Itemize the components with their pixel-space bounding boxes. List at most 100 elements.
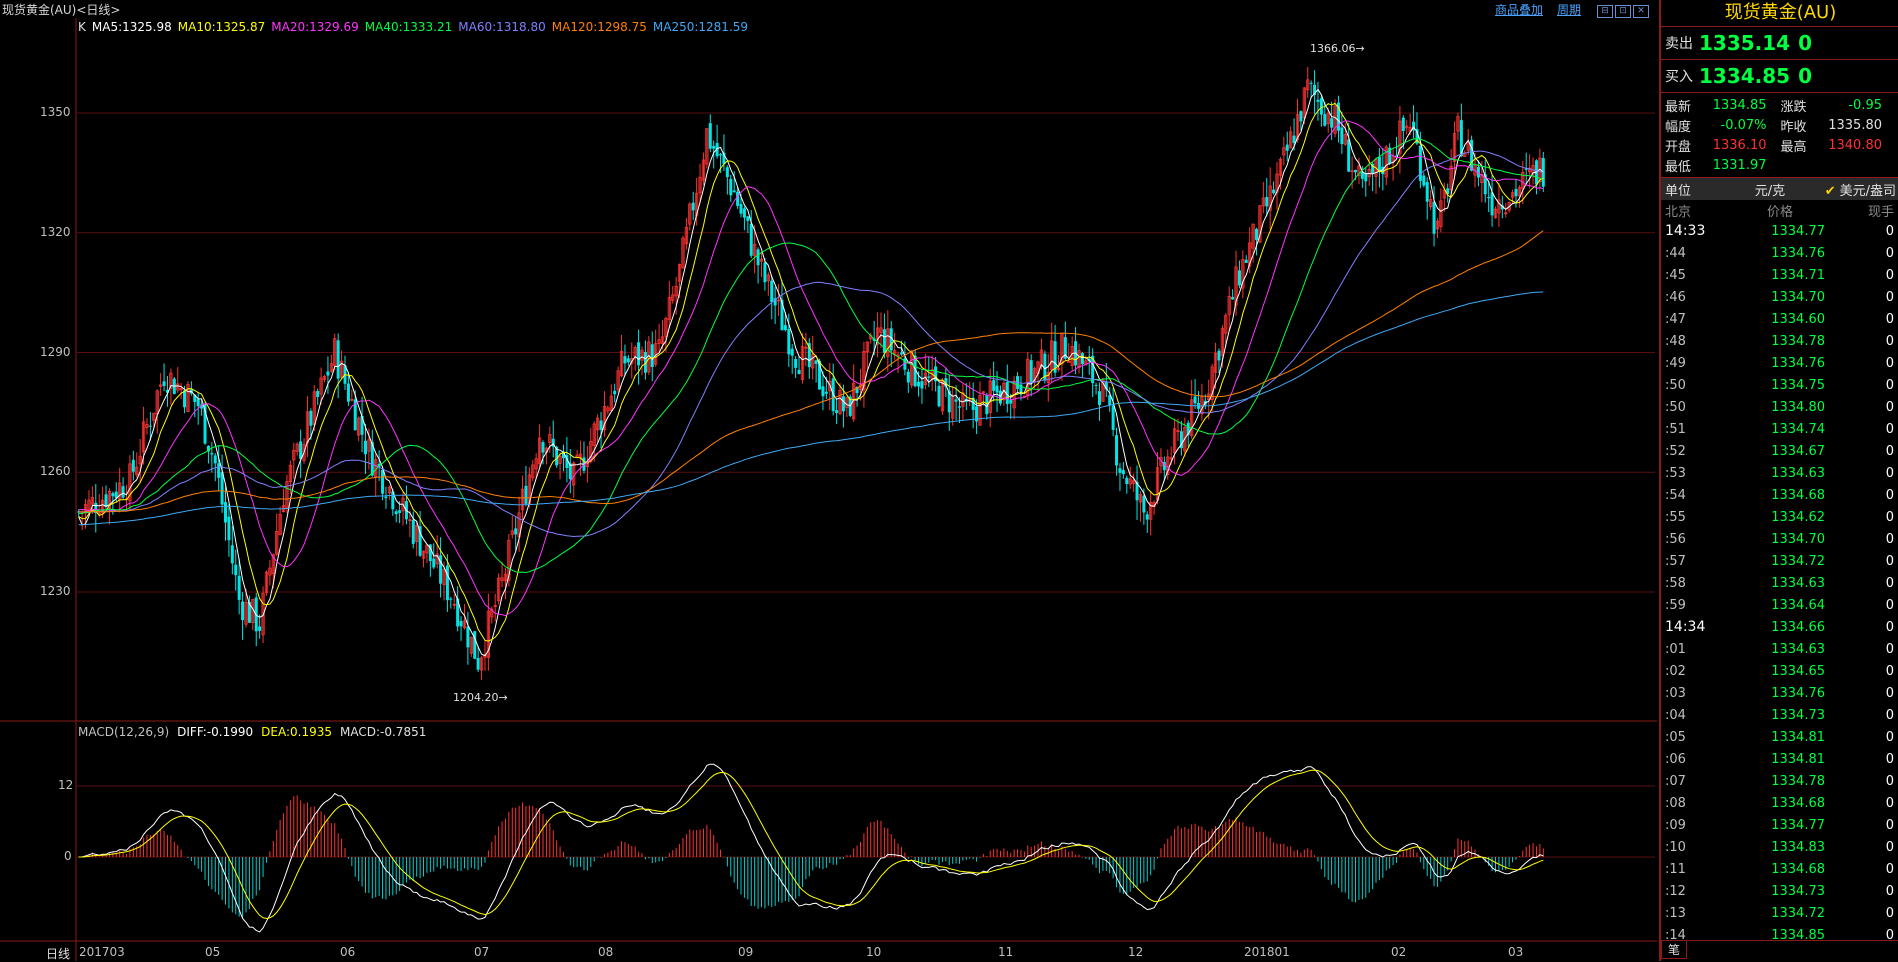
stats-block: 最新 1334.85 涨跌 -0.95 幅度 -0.07% 昨收 1335.80 开盘 1336.… [1661, 93, 1898, 178]
stat-value: 1334.85 [1712, 97, 1767, 113]
tick-volume: 0 [1885, 641, 1894, 657]
tick-row: :12 1334.73 0 [1661, 880, 1898, 902]
check-icon: ✔ [1824, 183, 1836, 199]
instrument-title: 现货黄金(AU) [1661, 0, 1898, 27]
tick-volume: 0 [1885, 267, 1894, 283]
period-link[interactable]: 周期 [1557, 1, 1581, 18]
stat-key: 开盘 [1665, 139, 1692, 155]
tick-row: :04 1334.73 0 [1661, 704, 1898, 726]
tick-price: 1334.78 [1771, 773, 1825, 789]
time-tick: 10 [866, 945, 882, 959]
tick-price: 1334.76 [1771, 685, 1825, 701]
time-tick: 06 [340, 945, 356, 959]
candle [937, 382, 941, 408]
tick-row: :07 1334.78 0 [1661, 770, 1898, 792]
tick-row: :50 1334.75 0 [1661, 374, 1898, 396]
tick-row: 14:33 1334.77 0 [1661, 220, 1898, 242]
tick-time: :04 [1665, 707, 1686, 723]
tick-price: 1334.73 [1771, 707, 1825, 723]
macd-legend-item: DIFF:-0.1990 [177, 725, 254, 739]
tick-time: :48 [1665, 333, 1686, 349]
tab-ticks[interactable]: 笔 [1661, 941, 1688, 959]
sell-label: 卖出 [1665, 36, 1693, 52]
tick-time: 14:33 [1665, 223, 1706, 239]
tick-row: :06 1334.81 0 [1661, 748, 1898, 770]
tick-volume: 0 [1885, 531, 1894, 547]
tick-volume: 0 [1885, 817, 1894, 833]
tick-header-time: 北京 [1665, 204, 1692, 220]
tick-volume: 0 [1885, 619, 1894, 635]
tick-price: 1334.76 [1771, 355, 1825, 371]
restore-icon[interactable]: ⊡ [1615, 4, 1631, 18]
macd-tick: 12 [58, 778, 74, 792]
tick-list[interactable]: 14:33 1334.77 0:44 1334.76 0:45 1334.71 0:46 13… [1661, 220, 1898, 946]
tick-row: :47 1334.60 0 [1661, 308, 1898, 330]
overlay-link[interactable]: 商品叠加 [1495, 1, 1543, 18]
tick-price: 1334.68 [1771, 487, 1825, 503]
tick-time: :57 [1665, 553, 1686, 569]
unit-usd-option[interactable]: ✔ 美元/盎司 [1807, 180, 1898, 199]
tick-time: 14:34 [1665, 619, 1706, 635]
tick-volume: 0 [1885, 553, 1894, 569]
tick-price: 1334.72 [1771, 553, 1825, 569]
chart-toolbar: 商品叠加 周期 ⊟ ⊡ ✕ [1495, 1, 1649, 18]
chart-bg [0, 0, 1657, 961]
tick-header: 北京 价格 现手 [1661, 200, 1898, 220]
stats-table: 最新 1334.85 涨跌 -0.95 幅度 -0.07% 昨收 1335.80 开盘 1336.… [1665, 95, 1896, 175]
price-tick: 1230 [40, 584, 71, 598]
period-label: 日线 [46, 947, 71, 961]
chart-title: 现货黄金(AU)<日线> [2, 3, 121, 17]
tick-row: :50 1334.80 0 [1661, 396, 1898, 418]
kline-chart-area[interactable]: 现货黄金(AU)<日线> 商品叠加 周期 ⊟ ⊡ ✕ K MA5:1325.98 MA1… [0, 0, 1657, 961]
price-tick: 1350 [40, 105, 71, 119]
tick-price: 1334.68 [1771, 861, 1825, 877]
tick-volume: 0 [1885, 443, 1894, 459]
tick-volume: 0 [1885, 487, 1894, 503]
tick-volume: 0 [1885, 861, 1894, 877]
minimize-icon[interactable]: ⊟ [1597, 4, 1613, 18]
tick-row: :56 1334.70 0 [1661, 528, 1898, 550]
tick-row: :45 1334.71 0 [1661, 264, 1898, 286]
tick-volume: 0 [1885, 905, 1894, 921]
tick-volume: 0 [1885, 773, 1894, 789]
tick-time: :58 [1665, 575, 1686, 591]
tick-price: 1334.65 [1771, 663, 1825, 679]
tick-price: 1334.68 [1771, 795, 1825, 811]
high-callout-value: 1366.06 [1310, 42, 1356, 55]
macd-legend-item: DEA:0.1935 [261, 725, 333, 739]
stat-value: 1336.10 [1712, 137, 1767, 153]
tick-price: 1334.63 [1771, 641, 1825, 657]
tick-price: 1334.72 [1771, 905, 1825, 921]
time-tick: 05 [205, 945, 221, 959]
tick-row: :05 1334.81 0 [1661, 726, 1898, 748]
unit-cny[interactable]: 元/克 [1733, 180, 1807, 199]
candle [1026, 351, 1030, 401]
chart-topbar: 现货黄金(AU)<日线> 商品叠加 周期 ⊟ ⊡ ✕ [0, 0, 1657, 18]
tick-row: :51 1334.74 0 [1661, 418, 1898, 440]
tick-time: :55 [1665, 509, 1686, 525]
time-tick: 07 [474, 945, 490, 959]
sell-row[interactable]: 卖出 1335.14 0 [1661, 27, 1898, 60]
close-icon[interactable]: ✕ [1633, 4, 1649, 18]
tick-row: :44 1334.76 0 [1661, 242, 1898, 264]
quote-panel: 现货黄金(AU) 卖出 1335.14 0 买入 1334.85 0 最新 133… [1659, 0, 1898, 961]
tick-row: :53 1334.63 0 [1661, 462, 1898, 484]
kline-chart[interactable] [0, 0, 1657, 961]
macd-legend-item: MACD:-0.7851 [340, 725, 427, 739]
candle [681, 235, 685, 269]
tick-header-volume: 现手 [1867, 204, 1894, 220]
unit-usd: 美元/盎司 [1839, 183, 1896, 199]
tick-row: :52 1334.67 0 [1661, 440, 1898, 462]
tick-time: :59 [1665, 597, 1686, 613]
stat-value [1819, 155, 1897, 175]
tick-price: 1334.70 [1771, 289, 1825, 305]
tick-price: 1334.63 [1771, 575, 1825, 591]
tick-price: 1334.77 [1771, 817, 1825, 833]
tick-row: :58 1334.63 0 [1661, 572, 1898, 594]
tick-price: 1334.62 [1771, 509, 1825, 525]
tick-price: 1334.64 [1771, 597, 1825, 613]
tick-price: 1334.81 [1771, 729, 1825, 745]
time-tick: 11 [998, 945, 1014, 959]
buy-label: 买入 [1665, 69, 1693, 85]
buy-row[interactable]: 买入 1334.85 0 [1661, 60, 1898, 93]
